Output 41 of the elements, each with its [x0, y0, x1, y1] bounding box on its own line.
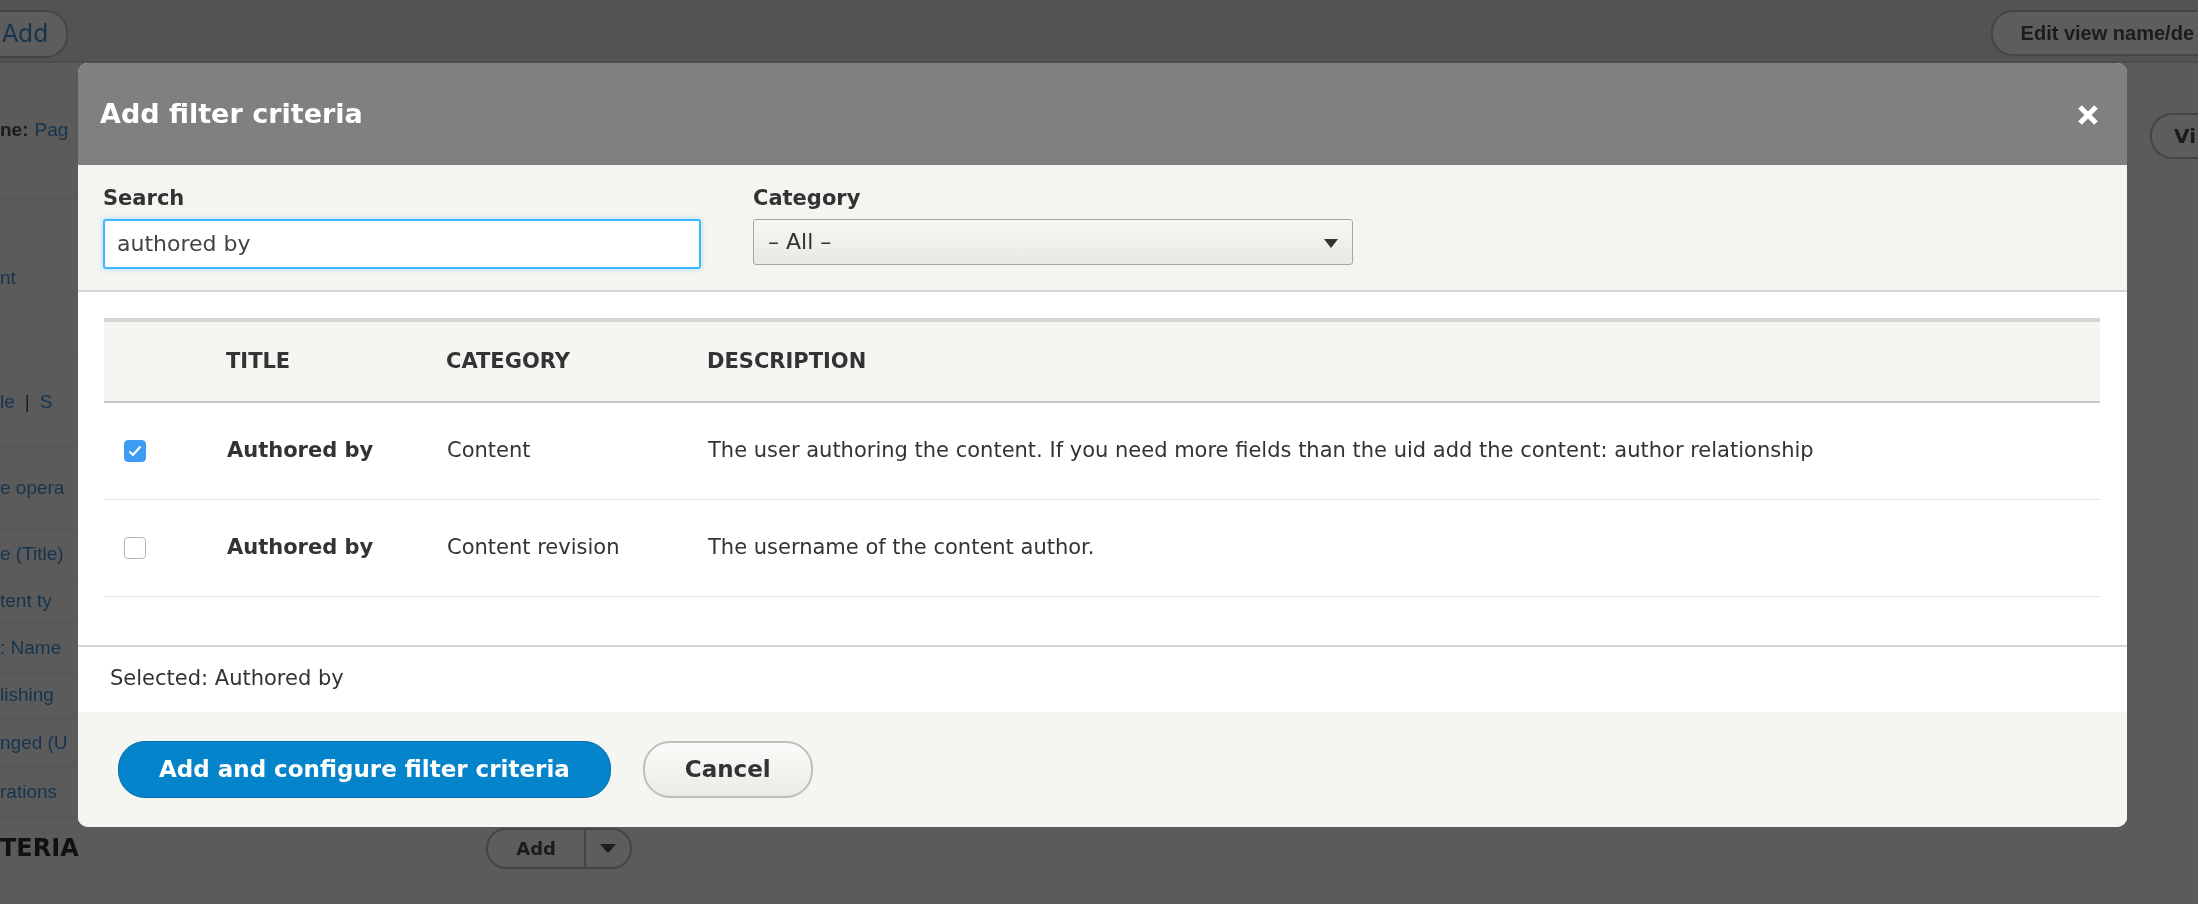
field-label: Category — [753, 185, 862, 212]
view-button[interactable]: Vi — [2150, 113, 2198, 159]
cancel-button[interactable]: Cancel — [642, 741, 813, 798]
link[interactable]: rations — [0, 778, 58, 807]
link[interactable]: tent ty — [0, 587, 52, 616]
separator: | — [24, 390, 30, 415]
table-cell: The user authoring the content. If you need more fields than the uid add the content: author relationship — [708, 438, 1814, 462]
dialog-title: Add filter criteria — [100, 96, 363, 131]
field-label: ne: — [0, 118, 29, 143]
table-cell: Content revision — [447, 534, 620, 559]
link[interactable]: nt — [0, 263, 16, 293]
table-cell: Content — [447, 438, 531, 462]
table-cell: Authored by — [227, 438, 374, 462]
column-header: TITLE — [226, 348, 291, 373]
dropdown-arrow-icon — [1324, 238, 1338, 248]
checkbox[interactable] — [124, 439, 146, 462]
category-select[interactable]: – All – — [753, 218, 1353, 265]
search-field[interactable]: authored by — [103, 218, 701, 269]
check-icon — [128, 444, 142, 457]
column-header: CATEGORY — [446, 348, 571, 373]
close-icon[interactable] — [2077, 103, 2099, 126]
link[interactable]: e (Title) — [0, 540, 64, 569]
add-filter-button[interactable]: Add and configure filter criteria — [118, 741, 611, 798]
link[interactable]: e opera — [0, 474, 65, 503]
table-cell: Authored by — [227, 534, 374, 559]
field-label: Search — [103, 185, 186, 212]
table-cell: The username of the content author. — [708, 534, 1095, 559]
caret-icon[interactable] — [600, 843, 616, 853]
section-title: TERIA — [0, 833, 79, 864]
checkbox[interactable] — [124, 536, 146, 559]
link[interactable]: Pag — [34, 116, 69, 145]
column-header: DESCRIPTION — [707, 348, 867, 373]
link[interactable]: : Name — [0, 633, 62, 663]
link[interactable]: S — [39, 388, 53, 417]
link[interactable]: nged (U — [0, 728, 68, 758]
link[interactable]: lishing — [0, 681, 54, 710]
selection-summary: Selected: Authored by — [110, 665, 344, 690]
link[interactable]: le — [0, 388, 15, 417]
edit-view-button[interactable]: Edit view name/de — [1990, 10, 2198, 56]
add-split-button[interactable]: Add — [486, 827, 632, 869]
add-button[interactable]: Add — [0, 10, 69, 58]
